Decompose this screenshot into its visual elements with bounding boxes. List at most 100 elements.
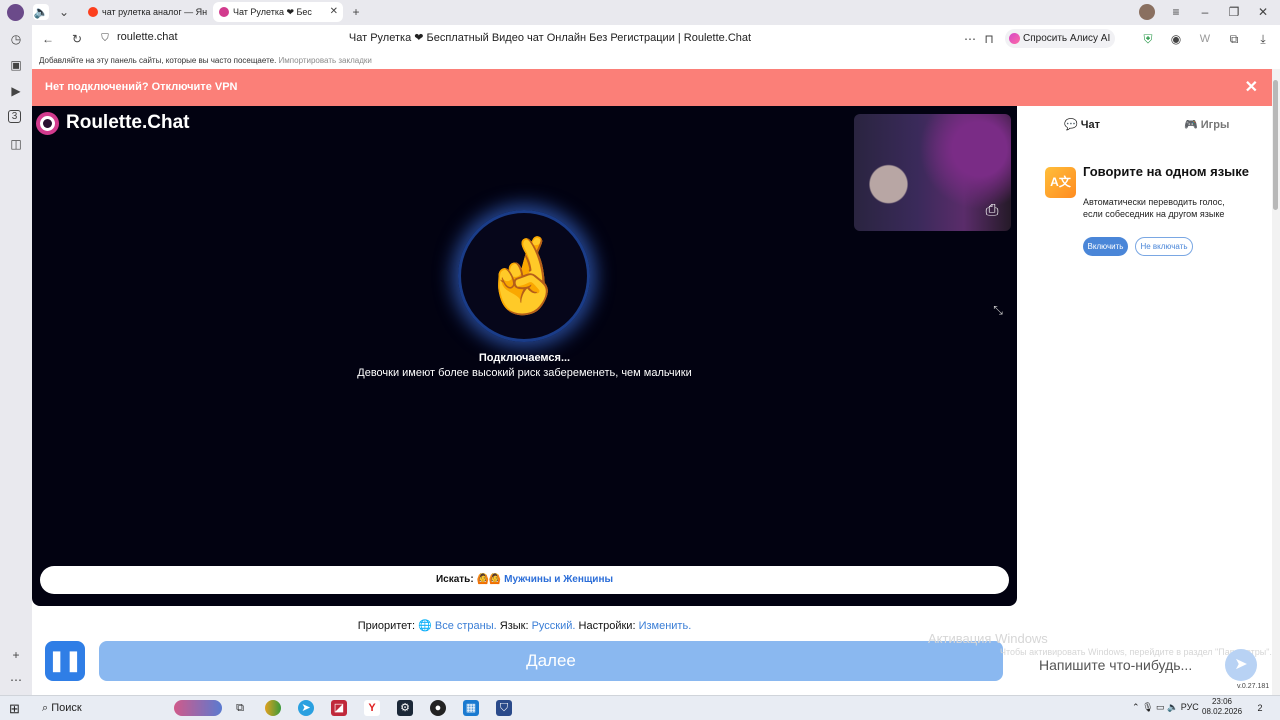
language-indicator[interactable]: РУС — [1181, 702, 1199, 712]
settings-change-link[interactable]: Изменить. — [639, 620, 692, 632]
bookmarks-hint: Добавляйте на эту панель сайты, которые … — [39, 56, 277, 65]
tab-yandex-search[interactable]: чат рулетка аналог — Янде — [82, 2, 207, 22]
screenshot-icon[interactable]: ◫ — [8, 136, 24, 152]
sidebar-more-icon[interactable]: ⋯ — [8, 672, 24, 688]
tab-close-icon[interactable]: ✕ — [330, 2, 338, 22]
video-area: Roulette.Chat ⎙ ⤡ 🤞 Подключаемся... Дево… — [32, 106, 1017, 606]
collections-icon[interactable]: ▣ — [8, 57, 24, 73]
site-shield-icon[interactable]: ⛉ — [97, 31, 113, 47]
tab-games[interactable]: 🎮 Игры — [1184, 118, 1229, 131]
steam-icon[interactable]: ⚙ — [397, 700, 413, 716]
back-icon[interactable]: ← — [40, 31, 56, 47]
close-window-icon[interactable]: ✕ — [1255, 4, 1271, 20]
browser-taskbar-icon[interactable] — [265, 700, 281, 716]
taskbar-search-label: Поиск — [51, 702, 82, 714]
next-button[interactable]: Далее — [99, 641, 1003, 681]
network-icon[interactable]: ▭ — [1156, 702, 1165, 712]
tab-roulette-chat[interactable]: Чат Рулетка ❤ Бес ✕ — [213, 2, 343, 22]
volume-icon[interactable]: 🔈 — [1167, 702, 1178, 712]
vpn-app-icon[interactable]: ⛉ — [496, 700, 512, 716]
video-icon[interactable]: ▶ — [8, 83, 24, 99]
tab-title: чат рулетка аналог — Янде — [102, 7, 207, 17]
gamepad-icon: 🎮 — [1184, 119, 1198, 131]
extension-w-icon[interactable]: W — [1197, 31, 1213, 47]
history-icon[interactable]: ◷ — [8, 31, 24, 47]
globe-icon: 🌐 — [418, 620, 432, 632]
restore-icon[interactable]: ❐ — [1226, 4, 1242, 20]
reload-icon[interactable]: ↻ — [69, 31, 85, 47]
banner-close-icon[interactable]: ✕ — [1245, 69, 1258, 106]
gender-emoji-icon: 🙆🙆 — [476, 574, 502, 585]
taskbar-widget-icon[interactable] — [174, 700, 222, 716]
settings-label: Настройки: — [578, 620, 636, 632]
vpn-banner: Нет подключений? Отключите VPN ✕ — [32, 69, 1272, 106]
collections-toolbar-icon[interactable]: ⧉ — [1226, 31, 1242, 47]
settings-line: Приоритет: 🌐 Все страны. Язык: Русский. … — [32, 619, 1017, 632]
crossed-fingers-icon: 🤞 — [458, 210, 590, 342]
page-title: Чат Рулетка ❤ Бесплатный Видео чат Онлай… — [348, 32, 752, 44]
language-value-link[interactable]: Русский. — [532, 620, 576, 632]
sidebar-badge-icon[interactable]: 3 — [8, 110, 21, 123]
camera-switch-icon[interactable]: ⎙ — [980, 202, 1004, 222]
downloads-icon[interactable]: ⤓ — [1255, 31, 1271, 47]
browser-profile-icon[interactable] — [7, 4, 24, 21]
import-bookmarks-link[interactable]: Импортировать закладки — [279, 56, 372, 65]
fullscreen-toggle-icon[interactable]: ⤡ — [990, 303, 1006, 319]
connection-status: Подключаемся... — [478, 352, 571, 364]
tabs-dropdown-chevron-icon[interactable]: ⌄ — [56, 4, 72, 20]
tab-audio-icon[interactable]: 🔈 — [33, 4, 49, 20]
tab-chat[interactable]: 💬 Чат — [1064, 118, 1100, 131]
windows-activation-title: Активация Windows — [928, 631, 1048, 646]
windows-start-icon[interactable]: ⊞ — [9, 701, 20, 717]
clock-date: 08.02.2026 — [1202, 707, 1243, 716]
menu-icon[interactable]: ≡ — [1168, 4, 1184, 20]
notifications-icon[interactable]: 2 — [1252, 700, 1268, 716]
pause-button[interactable]: ❚❚ — [45, 641, 85, 681]
search-icon: ⌕ — [42, 702, 49, 714]
app-dark-icon[interactable]: ● — [430, 700, 446, 716]
more-options-icon[interactable]: ⋯ — [962, 31, 978, 47]
search-gender-value[interactable]: Мужчины и Женщины — [504, 574, 613, 585]
app-red-icon[interactable]: ◪ — [331, 700, 347, 716]
ask-alice-button[interactable]: Спросить Алису AI — [1005, 29, 1115, 48]
minimize-icon[interactable]: – — [1197, 4, 1213, 20]
enable-translation-button[interactable]: Включить — [1083, 237, 1128, 256]
windows-taskbar: ⊞ ⌕ Поиск ⧉ ➤ ◪ Y ⚙ ● ▦ ⛉ ⌃ 🎙 ▭ 🔈 РУС 23… — [0, 695, 1280, 720]
translate-title: Говорите на одном языке — [1083, 164, 1250, 179]
tab-chat-label: Чат — [1080, 119, 1100, 131]
vpn-banner-text: Нет подключений? Отключите VPN — [45, 81, 238, 93]
store-icon[interactable]: ▦ — [463, 700, 479, 716]
taskbar-clock[interactable]: 23:06 08.02.2026 — [1202, 697, 1242, 717]
tray-chevron-icon[interactable]: ⌃ — [1132, 702, 1140, 712]
site-logo[interactable]: Roulette.Chat — [36, 112, 190, 135]
new-tab-button[interactable]: + — [348, 4, 364, 20]
bookmark-icon[interactable]: ⊓ — [981, 31, 997, 47]
search-filter-bar[interactable]: Искать: 🙆🙆 Мужчины и Женщины — [40, 566, 1009, 594]
system-tray: ⌃ 🎙 ▭ 🔈 РУС — [1132, 702, 1199, 713]
scrollbar-thumb[interactable] — [1273, 80, 1278, 210]
language-label: Язык: — [499, 620, 529, 632]
microphone-icon[interactable]: 🎙 — [1142, 702, 1153, 712]
yandex-favicon-icon — [88, 7, 98, 17]
translate-description: Автоматически переводить голос, если соб… — [1083, 197, 1225, 219]
bookmarks-bar: Добавляйте на эту панель сайты, которые … — [32, 52, 1280, 69]
message-input[interactable]: Напишите что-нибудь... — [1039, 657, 1192, 673]
tab-title: Чат Рулетка ❤ Бес — [233, 7, 312, 17]
send-icon[interactable]: ➤ — [1225, 649, 1257, 681]
extension-shield-icon[interactable]: ⛨ — [1140, 31, 1156, 47]
priority-label: Приоритет: — [357, 620, 416, 632]
yandex-browser-icon[interactable]: Y — [364, 700, 380, 716]
sidebar-add-icon[interactable]: + — [8, 647, 24, 663]
clock-time: 23:06 — [1211, 697, 1233, 706]
url-field[interactable]: roulette.chat — [117, 31, 178, 43]
task-view-icon[interactable]: ⧉ — [232, 700, 248, 716]
telegram-icon[interactable]: ➤ — [298, 700, 314, 716]
user-avatar-icon[interactable] — [1139, 4, 1155, 20]
logo-ring-icon — [36, 112, 59, 135]
chat-icon: 💬 — [1064, 119, 1078, 131]
logo-text: Roulette.Chat — [66, 112, 190, 133]
priority-value-link[interactable]: Все страны. — [435, 620, 497, 632]
taskbar-search[interactable]: ⌕ Поиск — [42, 702, 82, 715]
disable-translation-button[interactable]: Не включать — [1135, 237, 1193, 256]
extension-icon[interactable]: ◉ — [1168, 31, 1184, 47]
